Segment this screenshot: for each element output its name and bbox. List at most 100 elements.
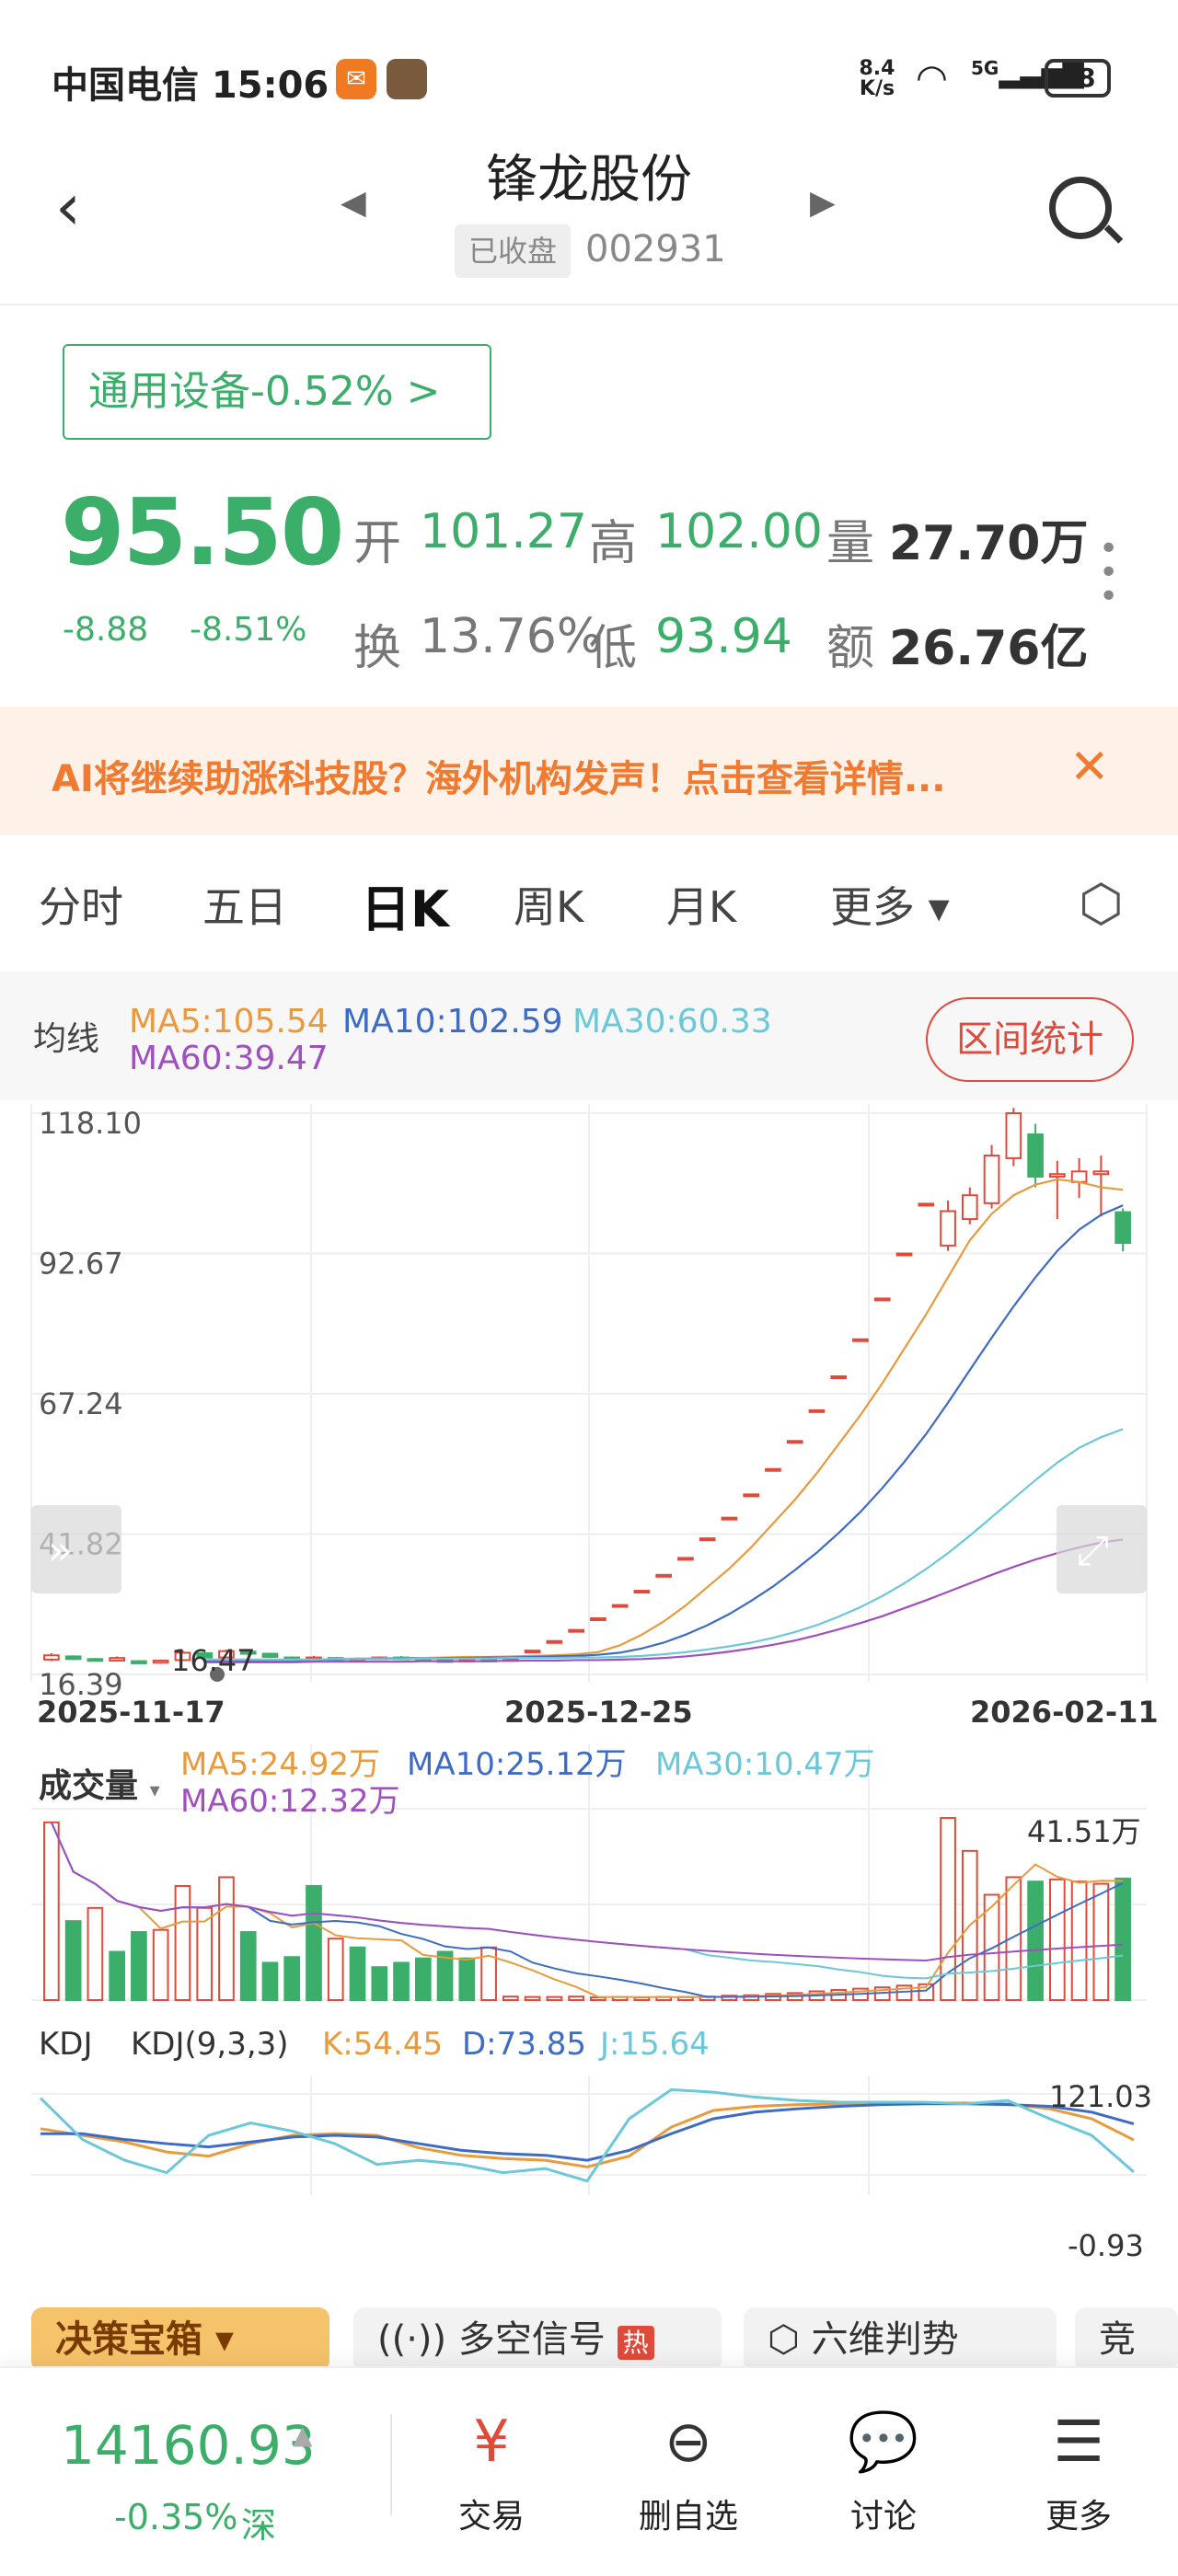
long-short-signal-label: 多空信号 <box>457 2318 606 2361</box>
volume-bar <box>306 1884 322 2001</box>
stock-code: 002931 <box>585 228 726 270</box>
volume-bar <box>1114 1877 1131 2001</box>
candle-body <box>808 1409 826 1413</box>
more-pill[interactable]: 竞 <box>1075 2307 1178 2372</box>
tab-daily-k[interactable]: 日K <box>361 868 449 941</box>
tab-monthly-k[interactable]: 月K <box>666 874 736 935</box>
ma5-value: MA5:105.54 <box>129 1003 329 1041</box>
volume-label-text: 量 <box>826 516 875 571</box>
remove-watchlist-label: 删自选 <box>638 2498 738 2536</box>
open-label-text: 开 <box>353 516 402 571</box>
volume-bar <box>43 1821 60 2001</box>
decision-box-pill[interactable]: 决策宝箱 ▾ <box>31 2307 329 2372</box>
more-button[interactable]: ☰ 更多 <box>1014 2405 1143 2537</box>
candle-body <box>590 1617 606 1621</box>
open-label: 开 <box>353 504 401 573</box>
collapse-left-button[interactable] <box>31 1505 121 1593</box>
market-status-badge: 已收盘 <box>455 224 571 278</box>
remove-watchlist-button[interactable]: ⊖ 删自选 <box>624 2405 753 2537</box>
ma-line-ma5 <box>204 1178 1124 1663</box>
turnover-label: 换 <box>353 609 401 678</box>
sector-tag-button[interactable]: 通用设备-0.52% > <box>63 344 491 440</box>
volume-bar <box>218 1876 235 2002</box>
long-short-signal-pill[interactable]: ((·)) 多空信号 热 <box>353 2307 722 2372</box>
y-axis-labels: 118.1092.6767.2441.8216.39 <box>39 1106 225 1702</box>
ma-line-ma30 <box>204 1428 1124 1661</box>
tab-intraday[interactable]: 分时 <box>39 874 123 935</box>
volume-bar <box>524 1995 541 2002</box>
bottom-bar: 14160.93 ▲ -0.35% 深 ¥ 交易 ⊖ 删自选 💬 讨论 ☰ 更多 <box>0 2366 1178 2576</box>
volume-bar <box>109 1950 126 2001</box>
volume-title[interactable]: 成交量 ▾ <box>39 1759 160 1807</box>
y-tick-label: 118.10 <box>39 1106 142 1141</box>
double-chevron-icon: » <box>48 1527 73 1574</box>
amount-value: 26.76亿 <box>889 621 1089 676</box>
kdj-title[interactable]: KDJ <box>39 2026 93 2063</box>
high-label-text: 高 <box>589 516 638 571</box>
y-tick-label: 67.24 <box>39 1386 123 1421</box>
more-vertical-icon[interactable]: • • • <box>1099 533 1118 614</box>
candle-body <box>633 1590 651 1594</box>
volume-bar <box>64 1920 82 2001</box>
ma-legend: 均线 MA5:105.54 MA10:102.59 MA30:60.33 MA6… <box>0 972 1178 1100</box>
kdj-k: K:54.45 <box>322 2026 444 2063</box>
candle-body <box>743 1493 760 1498</box>
volume-bar <box>152 1928 169 2001</box>
kdj-min-label: -0.93 <box>1068 2228 1144 2263</box>
candle-body <box>1114 1211 1131 1244</box>
search-icon[interactable] <box>1049 177 1112 239</box>
signal-label: 5G <box>971 57 999 79</box>
volume-bar <box>349 1946 366 2002</box>
ad-banner[interactable]: AI将继续助涨科技股？海外机构发声！点击查看详情... ✕ <box>0 707 1178 835</box>
volume-bar <box>414 1957 432 2001</box>
close-icon[interactable]: ✕ <box>1069 740 1110 795</box>
index-value[interactable]: 14160.93 <box>61 2414 316 2477</box>
net-speed-value: 8.4 <box>859 57 895 80</box>
volume-bar <box>568 1995 584 2002</box>
settings-hex-icon[interactable]: ⬡ <box>1079 874 1124 934</box>
tab-weekly-k[interactable]: 周K <box>514 874 583 935</box>
kline-grid <box>30 1104 1148 1682</box>
carrier-time: 中国电信 15:06 <box>52 64 329 107</box>
index-change: -0.35% <box>114 2497 238 2537</box>
candle-body <box>983 1155 1000 1204</box>
divider <box>390 2414 392 2515</box>
next-stock-icon[interactable]: ▶ <box>810 184 836 222</box>
candle-body <box>87 1658 104 1662</box>
volume-bar <box>1070 1880 1088 2001</box>
candle-body <box>830 1375 848 1380</box>
price-change-pct: -8.51% <box>190 611 307 649</box>
tab-more[interactable]: 更多 ▾ <box>830 874 950 935</box>
low-value: 93.94 <box>655 609 792 664</box>
kdj-max-label: 121.03 <box>1049 2079 1152 2114</box>
six-dimension-pill[interactable]: ⬡ 六维判势 <box>744 2307 1057 2372</box>
candle-body <box>961 1194 978 1221</box>
signal-icon-glyph: ((·)) <box>377 2318 458 2361</box>
candle-body <box>611 1604 629 1608</box>
amount-label-text: 额 <box>826 621 875 676</box>
volume-bar <box>87 1906 104 2001</box>
battery-level: 88 <box>1059 63 1096 93</box>
banner-text: AI将继续助涨科技股？海外机构发声！点击查看详情... <box>52 758 946 800</box>
net-speed-unit: K/s <box>859 77 895 100</box>
candle-body <box>568 1628 584 1633</box>
divider <box>0 304 1178 305</box>
discuss-button[interactable]: 💬 讨论 <box>819 2405 948 2537</box>
y-tick-label: 92.67 <box>39 1247 123 1282</box>
amount-label: 额 <box>826 609 874 678</box>
prev-stock-icon[interactable]: ◀ <box>341 184 366 222</box>
volume-bar <box>393 1961 410 2002</box>
volume-title-text: 成交量 <box>39 1767 139 1805</box>
candle-body <box>721 1516 738 1521</box>
back-button[interactable]: ‹ <box>55 175 81 239</box>
x-tick-start: 2025-11-17 <box>37 1695 225 1730</box>
tab-five-day[interactable]: 五日 <box>202 874 287 935</box>
trade-button[interactable]: ¥ 交易 <box>427 2405 556 2537</box>
candle-body <box>152 1660 169 1664</box>
kdj-params[interactable]: KDJ(9,3,3) <box>131 2026 289 2063</box>
status-bar: 中国电信 15:06 ✉ 8.4 K/s ◠ 5G▂▃▅▇ 88 <box>0 0 1178 147</box>
candle-body <box>852 1338 869 1342</box>
range-stats-button[interactable]: 区间统计 <box>926 997 1134 1082</box>
more-label: 更多 <box>1045 2498 1112 2536</box>
minus-circle-icon: ⊖ <box>664 2408 712 2475</box>
